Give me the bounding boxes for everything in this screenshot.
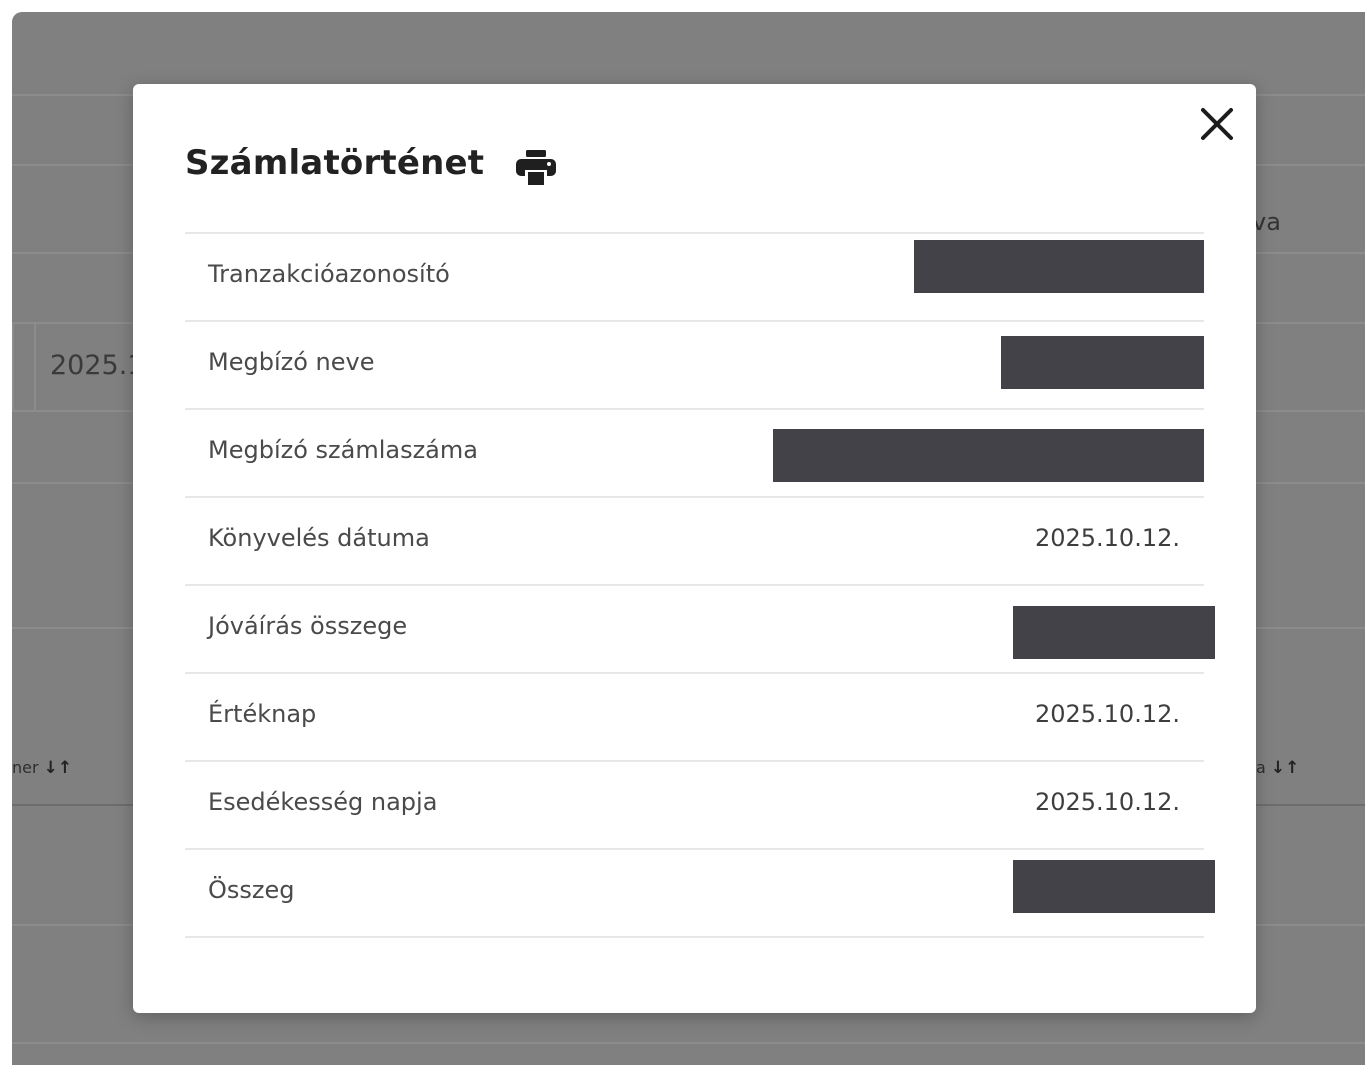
detail-value: 2025.10.12.	[1034, 524, 1180, 552]
detail-label: Értéknap	[208, 700, 317, 728]
detail-label: Megbízó neve	[208, 348, 375, 376]
detail-label: Tranzakcióazonosító	[208, 260, 450, 288]
redacted-value	[1001, 336, 1204, 389]
sort-icon: ↓↑	[43, 758, 73, 778]
sort-icon: ↓↑	[1270, 758, 1300, 778]
redacted-value	[1013, 860, 1215, 913]
detail-row-booking-date: Könyvelés dátuma 2025.10.12.	[185, 496, 1204, 584]
bg-column-header-fragment: va	[1252, 208, 1281, 236]
bg-cell-border	[12, 324, 14, 410]
modal-title: Számlatörténet	[185, 143, 485, 183]
redacted-value	[914, 240, 1204, 293]
bg-sort-header-left: ner ↓↑	[12, 758, 72, 778]
detail-value: 2025.10.12.	[1034, 700, 1180, 728]
details-list: Tranzakcióazonosító Megbízó neve Megbízó…	[185, 232, 1215, 938]
bg-sort-header-right: a ↓↑	[1256, 758, 1299, 778]
detail-row-value-date: Értéknap 2025.10.12.	[185, 672, 1204, 760]
close-icon	[1201, 108, 1233, 140]
redacted-value	[1013, 606, 1215, 659]
detail-row-payer-name: Megbízó neve	[185, 320, 1204, 408]
bg-date-cell: 2025.1	[50, 350, 145, 381]
detail-row-transaction-id: Tranzakcióazonosító	[185, 232, 1204, 320]
detail-label: Összeg	[208, 876, 295, 904]
print-icon[interactable]	[516, 150, 557, 186]
transaction-history-modal: Számlatörténet Tranzakcióazonosító Megbí…	[133, 84, 1256, 1013]
detail-value: 2025.10.12.	[1034, 788, 1180, 816]
bg-divider	[12, 1042, 1365, 1044]
detail-label: Jóváírás összege	[208, 612, 408, 640]
bg-sort-label: a	[1256, 758, 1266, 777]
close-button[interactable]	[1197, 104, 1237, 144]
detail-row-credit-amount: Jóváírás összege	[185, 584, 1215, 672]
bg-cell-border	[34, 324, 36, 410]
detail-row-amount: Összeg	[185, 848, 1215, 938]
modal-header: Számlatörténet	[185, 140, 557, 186]
detail-label: Megbízó számlaszáma	[208, 436, 478, 464]
detail-row-due-date: Esedékesség napja 2025.10.12.	[185, 760, 1204, 848]
detail-label: Esedékesség napja	[208, 788, 438, 816]
detail-row-payer-account: Megbízó számlaszáma	[185, 408, 1204, 496]
detail-label: Könyvelés dátuma	[208, 524, 430, 552]
redacted-value	[773, 429, 1204, 482]
bg-sort-label: ner	[12, 758, 39, 777]
